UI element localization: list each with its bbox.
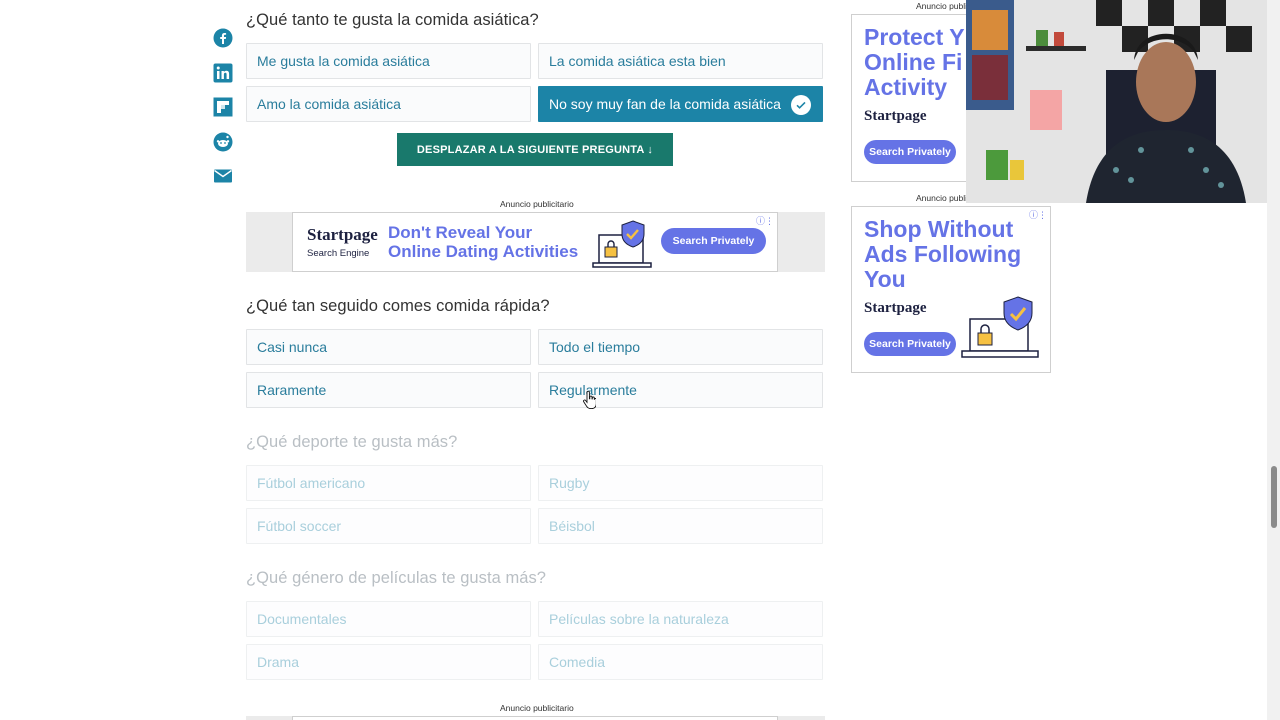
question-title: ¿Qué deporte te gusta más? bbox=[246, 433, 458, 451]
answer-option[interactable]: La comida asiática esta bien bbox=[538, 43, 823, 79]
answer-option[interactable]: Me gusta la comida asiática bbox=[246, 43, 531, 79]
ad-label: Anuncio publi bbox=[916, 1, 968, 11]
ad-headline: Shop Without bbox=[864, 216, 1014, 242]
next-question-button[interactable]: DESPLAZAR A LA SIGUIENTE PREGUNTA ↓ bbox=[397, 133, 673, 166]
answer-option[interactable]: Todo el tiempo bbox=[538, 329, 823, 365]
answer-option[interactable]: Documentales bbox=[246, 601, 531, 637]
banner-ad[interactable]: Startpage Search Engine Don't Reveal You… bbox=[292, 212, 778, 272]
answer-option[interactable]: Comedia bbox=[538, 644, 823, 680]
ad-headline: Activity bbox=[864, 74, 948, 100]
banner-ad[interactable] bbox=[292, 716, 778, 720]
answer-option-selected[interactable]: No soy muy fan de la comida asiática bbox=[538, 86, 823, 122]
flipboard-icon[interactable] bbox=[213, 97, 233, 117]
ad-headline: Don't Reveal Your bbox=[388, 223, 533, 242]
ad-headline: You bbox=[864, 266, 906, 292]
laptop-shield-icon bbox=[591, 217, 655, 274]
search-privately-button[interactable]: Search Privately bbox=[661, 228, 766, 254]
ad-label: Anuncio publi bbox=[916, 193, 968, 203]
search-privately-button[interactable]: Search Privately bbox=[864, 332, 956, 356]
scrollbar-track[interactable] bbox=[1267, 0, 1280, 720]
side-ad[interactable]: Shop Without Ads Following You Startpage… bbox=[851, 206, 1051, 373]
option-label: No soy muy fan de la comida asiática bbox=[549, 96, 781, 112]
answer-option[interactable]: Fútbol americano bbox=[246, 465, 531, 501]
email-icon[interactable] bbox=[213, 166, 233, 186]
linkedin-icon[interactable] bbox=[213, 63, 233, 83]
facebook-icon[interactable] bbox=[213, 28, 233, 48]
question-title: ¿Qué género de películas te gusta más? bbox=[246, 569, 546, 587]
question-title: ¿Qué tanto te gusta la comida asiática? bbox=[246, 11, 539, 29]
adchoices-icon[interactable]: ⓘ⋮ bbox=[1029, 208, 1047, 221]
answer-option[interactable]: Drama bbox=[246, 644, 531, 680]
answer-option[interactable]: Rugby bbox=[538, 465, 823, 501]
ad-label: Anuncio publicitario bbox=[500, 199, 574, 209]
answer-option[interactable]: Regularmente bbox=[538, 372, 823, 408]
webcam-overlay bbox=[966, 0, 1280, 203]
ad-label: Anuncio publicitario bbox=[500, 703, 574, 713]
reddit-icon[interactable] bbox=[213, 132, 233, 152]
startpage-logo: Startpage bbox=[864, 108, 927, 124]
answer-option[interactable]: Béisbol bbox=[538, 508, 823, 544]
answer-option[interactable]: Amo la comida asiática bbox=[246, 86, 531, 122]
ad-headline: Online Dating Activities bbox=[388, 242, 579, 261]
startpage-logo: Startpage bbox=[307, 225, 378, 244]
answer-option[interactable]: Raramente bbox=[246, 372, 531, 408]
answer-option[interactable]: Casi nunca bbox=[246, 329, 531, 365]
checkmark-icon bbox=[791, 95, 811, 115]
scrollbar-thumb[interactable] bbox=[1271, 466, 1277, 528]
adchoices-icon[interactable]: ⓘ⋮ bbox=[756, 214, 774, 227]
startpage-logo-sub: Search Engine bbox=[307, 248, 370, 259]
search-privately-button[interactable]: Search Privately bbox=[864, 140, 956, 164]
share-bar bbox=[213, 28, 235, 201]
hand-cursor-icon bbox=[583, 390, 597, 414]
ad-headline: Protect Y bbox=[864, 24, 965, 50]
ad-headline: Online Fi bbox=[864, 49, 963, 75]
answer-option[interactable]: Fútbol soccer bbox=[246, 508, 531, 544]
startpage-logo: Startpage bbox=[864, 300, 927, 316]
laptop-shield-icon bbox=[958, 293, 1044, 364]
answer-option[interactable]: Películas sobre la naturaleza bbox=[538, 601, 823, 637]
ad-headline: Ads Following bbox=[864, 241, 1022, 267]
question-title: ¿Qué tan seguido comes comida rápida? bbox=[246, 297, 550, 315]
